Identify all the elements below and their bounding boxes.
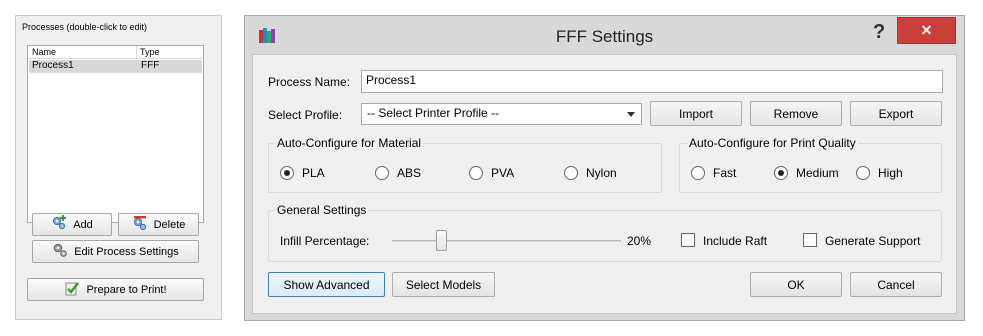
column-header-name[interactable]: Name xyxy=(32,47,56,57)
radio-high[interactable] xyxy=(856,166,870,180)
material-group-title: Auto-Configure for Material xyxy=(275,136,424,150)
infill-slider-thumb[interactable] xyxy=(435,230,447,251)
add-button-label: Add xyxy=(73,218,93,231)
radio-medium[interactable] xyxy=(774,166,788,180)
processes-panel-title: Processes (double-click to edit) xyxy=(22,22,148,32)
dialog-title: FFF Settings xyxy=(555,27,654,46)
delete-process-button[interactable]: Delete xyxy=(118,213,199,236)
close-icon: ✕ xyxy=(920,22,933,38)
remove-button[interactable]: Remove xyxy=(750,101,842,126)
radio-fast-label: Fast xyxy=(713,166,737,180)
radio-pla-label: PLA xyxy=(302,166,325,180)
dialog-content: Process Name: Process1 Select Profile: -… xyxy=(252,54,957,314)
process-list-header: Name Type xyxy=(28,46,203,59)
infill-percentage-label: Infill Percentage: xyxy=(280,234,370,248)
edit-process-settings-button[interactable]: Edit Process Settings xyxy=(32,240,199,263)
fff-settings-dialog: FFF Settings ? ✕ Process Name: Process1 … xyxy=(244,15,965,321)
process-row[interactable]: Process1 FFF xyxy=(29,60,202,73)
radio-nylon-label: Nylon xyxy=(586,166,617,180)
prepare-to-print-label: Prepare to Print! xyxy=(86,283,167,296)
include-raft-checkbox[interactable] xyxy=(681,233,695,247)
cancel-button[interactable]: Cancel xyxy=(850,272,942,297)
help-button[interactable]: ? xyxy=(873,21,885,44)
dialog-titlebar[interactable]: FFF Settings ? ✕ xyxy=(245,16,964,54)
radio-fast[interactable] xyxy=(691,166,705,180)
ok-button[interactable]: OK xyxy=(750,272,842,297)
prepare-to-print-button[interactable]: Prepare to Print! xyxy=(27,278,204,301)
export-button[interactable]: Export xyxy=(850,101,942,126)
radio-abs[interactable] xyxy=(375,166,389,180)
processes-panel: Processes (double-click to edit) Name Ty… xyxy=(15,15,222,320)
printer-profile-value: -- Select Printer Profile -- xyxy=(367,106,500,120)
import-button[interactable]: Import xyxy=(650,101,742,126)
radio-medium-label: Medium xyxy=(796,166,839,180)
radio-abs-label: ABS xyxy=(397,166,422,180)
process-name-input[interactable]: Process1 xyxy=(361,70,943,93)
process-row-name: Process1 xyxy=(32,60,74,71)
process-name-label: Process Name: xyxy=(268,75,351,89)
select-models-button[interactable]: Select Models xyxy=(392,272,495,297)
edit-button-label: Edit Process Settings xyxy=(74,245,179,258)
checkmark-clipboard-icon xyxy=(64,280,80,299)
plus-gears-icon xyxy=(51,215,67,234)
minus-gears-icon xyxy=(132,215,148,234)
delete-button-label: Delete xyxy=(153,218,186,231)
column-divider[interactable] xyxy=(136,46,137,58)
column-header-type[interactable]: Type xyxy=(140,47,160,57)
general-settings-title: General Settings xyxy=(275,203,369,217)
radio-high-label: High xyxy=(878,166,903,180)
chevron-down-icon xyxy=(627,112,635,117)
generate-support-label: Generate Support xyxy=(825,234,921,248)
gears-icon xyxy=(52,242,68,261)
printer-profile-select[interactable]: -- Select Printer Profile -- xyxy=(361,103,642,125)
radio-nylon[interactable] xyxy=(564,166,578,180)
radio-pva[interactable] xyxy=(469,166,483,180)
radio-pla[interactable] xyxy=(280,166,294,180)
add-process-button[interactable]: Add xyxy=(32,213,112,236)
generate-support-checkbox[interactable] xyxy=(803,233,817,247)
quality-group-title: Auto-Configure for Print Quality xyxy=(687,136,858,150)
radio-pva-label: PVA xyxy=(491,166,515,180)
include-raft-label: Include Raft xyxy=(703,234,768,248)
infill-slider-track[interactable] xyxy=(392,240,621,242)
process-list[interactable]: Name Type Process1 FFF xyxy=(27,45,204,223)
show-advanced-button[interactable]: Show Advanced xyxy=(268,272,385,297)
select-profile-label: Select Profile: xyxy=(268,108,343,122)
process-row-type: FFF xyxy=(141,60,160,71)
infill-percentage-value: 20% xyxy=(627,234,652,248)
close-button[interactable]: ✕ xyxy=(897,17,956,44)
